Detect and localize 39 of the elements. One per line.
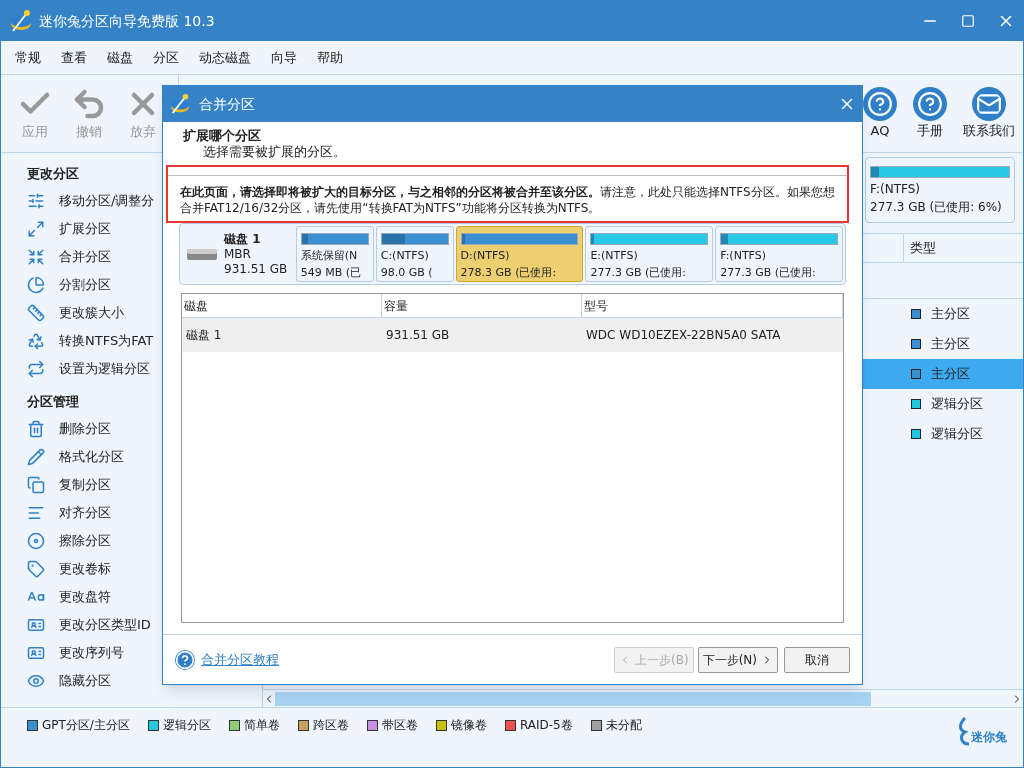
- table-cell-text: WDC WD10EZEX-22BN5A0 SATA: [585, 327, 782, 344]
- partition-name: E:(NTFS): [590, 248, 639, 264]
- dialog-heading: 扩展哪个分区: [183, 128, 262, 144]
- section-title: 更改分区: [27, 165, 80, 184]
- partition-size: 549 MB (已: [300, 264, 363, 281]
- section-title: 分区管理: [27, 393, 80, 412]
- table-cell-text: 磁盘 1: [185, 327, 223, 344]
- partition-size: 277.3 GB (已使用:: [590, 264, 687, 281]
- disk-name: 磁盘 1: [224, 231, 262, 247]
- instruction-text: 在此页面，请选择即将被扩大的目标分区，与之相邻的分区将被合并至该分区。请注意，此处只能选择NTFS分区。如果您想合并FAT12/16/32分区，请先使用“转换FAT为NTFS”功能将分区转换为NTFS。: [179, 184, 836, 216]
- table-cell-text: 主分区: [931, 335, 970, 354]
- dialog-subheading: 选择需要被扩展的分区。: [202, 144, 347, 160]
- legend-label: 逻辑分区: [162, 717, 211, 734]
- legend-label: 未分配: [605, 717, 642, 734]
- table-cell-text: 主分区: [931, 305, 970, 324]
- partition-size: 277.3 GB (已使用:: [720, 264, 817, 281]
- table-cell-text: 主分区: [931, 365, 970, 384]
- disk-size: 931.51 GB: [224, 261, 288, 277]
- legend-label: GPT分区/主分区: [42, 717, 130, 734]
- partition-name: F:(NTFS): [870, 181, 921, 198]
- legend-label: 镜像卷: [450, 717, 487, 734]
- legend-label: RAID-5卷: [519, 717, 573, 734]
- legend-label: 简单卷: [243, 717, 280, 734]
- window-title: 迷你兔分区向导免费版 10.3: [39, 11, 215, 31]
- partition-name: F:(NTFS): [720, 248, 767, 264]
- table-cell-text: 逻辑分区: [931, 425, 983, 444]
- partition-size: 98.0 GB (: [380, 264, 434, 281]
- partition-size: 278.3 GB (已使用:: [460, 264, 558, 281]
- table-cell-text: 931.51 GB: [385, 327, 451, 344]
- logo-text: 迷你兔: [971, 729, 1007, 746]
- dialog-title: 合并分区: [199, 94, 255, 114]
- legend-label: 跨区卷: [312, 717, 349, 734]
- partition-name: D:(NTFS): [460, 248, 511, 264]
- disk-scheme: MBR: [224, 246, 252, 262]
- partition-size: 277.3 GB (已使用: 6%): [870, 199, 1003, 216]
- table-cell-text: 逻辑分区: [931, 395, 983, 414]
- partition-name: C:(NTFS): [380, 248, 430, 264]
- partition-name: 系统保留(N: [300, 248, 359, 264]
- legend-label: 带区卷: [381, 717, 418, 734]
